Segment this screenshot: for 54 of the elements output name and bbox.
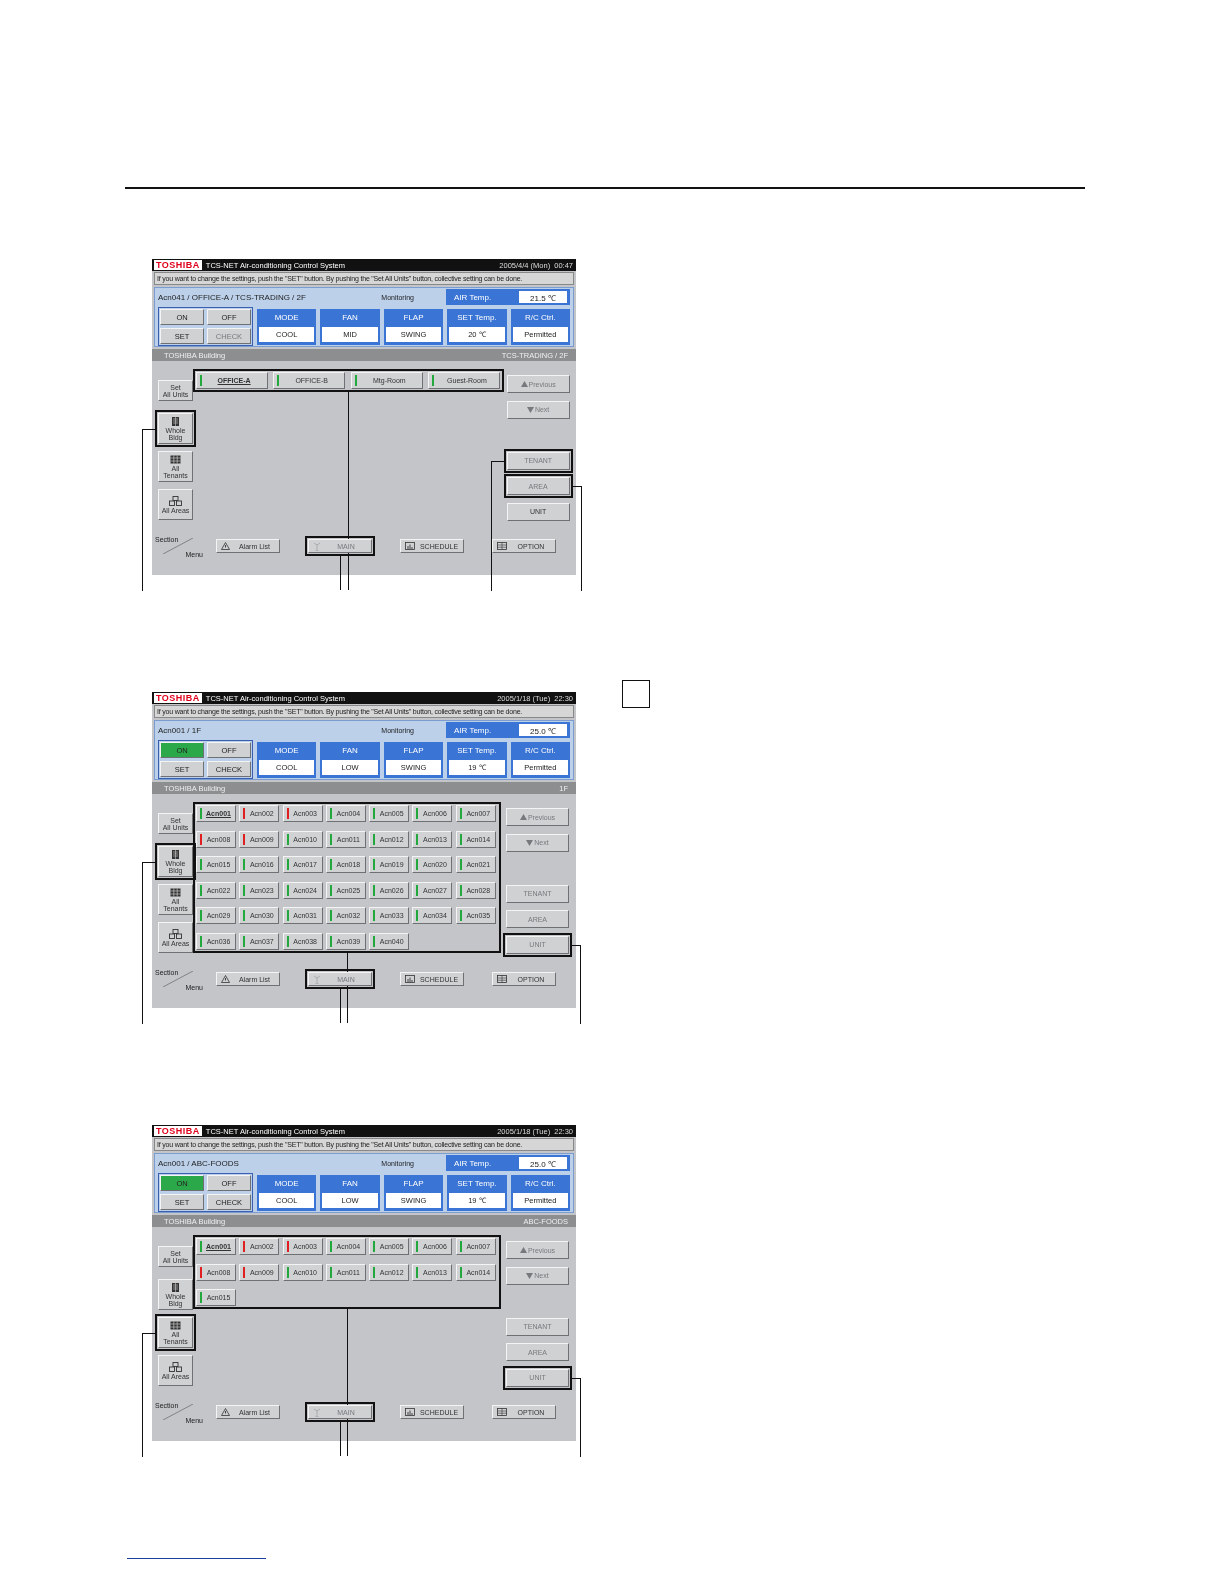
setting-label: MODE [273, 745, 300, 757]
building-icon [171, 416, 180, 426]
setting-label: MODE [273, 312, 300, 324]
antenna-icon [313, 1407, 321, 1417]
logo: TOSHIBA [154, 260, 202, 270]
building-icon [171, 849, 180, 859]
unit-name: Acn041 / OFFICE-A / TCS-TRADING / 2F [158, 292, 307, 302]
antenna-icon [313, 541, 321, 551]
unit-name: Acn001 / ABC-FOODS [158, 1158, 240, 1168]
setting-label: SET Temp. [456, 312, 498, 324]
setting-label: R/C Ctrl. [524, 745, 557, 757]
up-triangle-icon [519, 1247, 527, 1253]
squares-icon [169, 928, 182, 939]
grid-icon [170, 454, 181, 464]
logo: TOSHIBA [154, 693, 202, 703]
air-temp-value: 25.0 ℃ [519, 724, 567, 736]
logo: TOSHIBA [154, 1126, 202, 1136]
warning-icon [221, 542, 230, 550]
setting-label: FAN [341, 1178, 359, 1190]
down-triangle-icon [526, 839, 534, 846]
setting-label: FLAP [402, 1178, 425, 1190]
table-icon [497, 1408, 507, 1416]
table-icon [497, 975, 507, 983]
setting-label: SET Temp. [456, 1178, 498, 1190]
setting-label: FAN [341, 745, 359, 757]
grid-icon [170, 887, 181, 897]
warning-icon [221, 1408, 230, 1416]
up-triangle-icon [520, 381, 528, 387]
chart-icon [405, 1408, 415, 1416]
air-temp-label: AIR Temp. [453, 292, 493, 302]
setting-label: SET Temp. [456, 745, 498, 757]
air-temp-label: AIR Temp. [453, 1158, 493, 1168]
table-icon [497, 542, 507, 550]
down-triangle-icon [526, 1272, 534, 1279]
grid-icon [170, 1320, 181, 1330]
up-triangle-icon [519, 814, 527, 820]
chart-icon [405, 975, 415, 983]
building-icon [171, 1282, 180, 1292]
unit-name: Acn001 / 1F [158, 725, 203, 735]
chart-icon [405, 542, 415, 550]
setting-label: FLAP [402, 745, 425, 757]
down-triangle-icon [526, 406, 534, 413]
air-temp-label: AIR Temp. [453, 725, 493, 735]
air-temp-value: 21.5 ℃ [519, 291, 567, 303]
squares-icon [169, 1361, 182, 1372]
setting-label: MODE [273, 1178, 300, 1190]
setting-label: FLAP [402, 312, 425, 324]
setting-label: R/C Ctrl. [524, 1178, 557, 1190]
air-temp-value: 25.0 ℃ [519, 1157, 567, 1169]
setting-label: FAN [341, 312, 359, 324]
squares-icon [169, 495, 182, 506]
warning-icon [221, 975, 230, 983]
antenna-icon [313, 974, 321, 984]
setting-label: R/C Ctrl. [524, 312, 557, 324]
